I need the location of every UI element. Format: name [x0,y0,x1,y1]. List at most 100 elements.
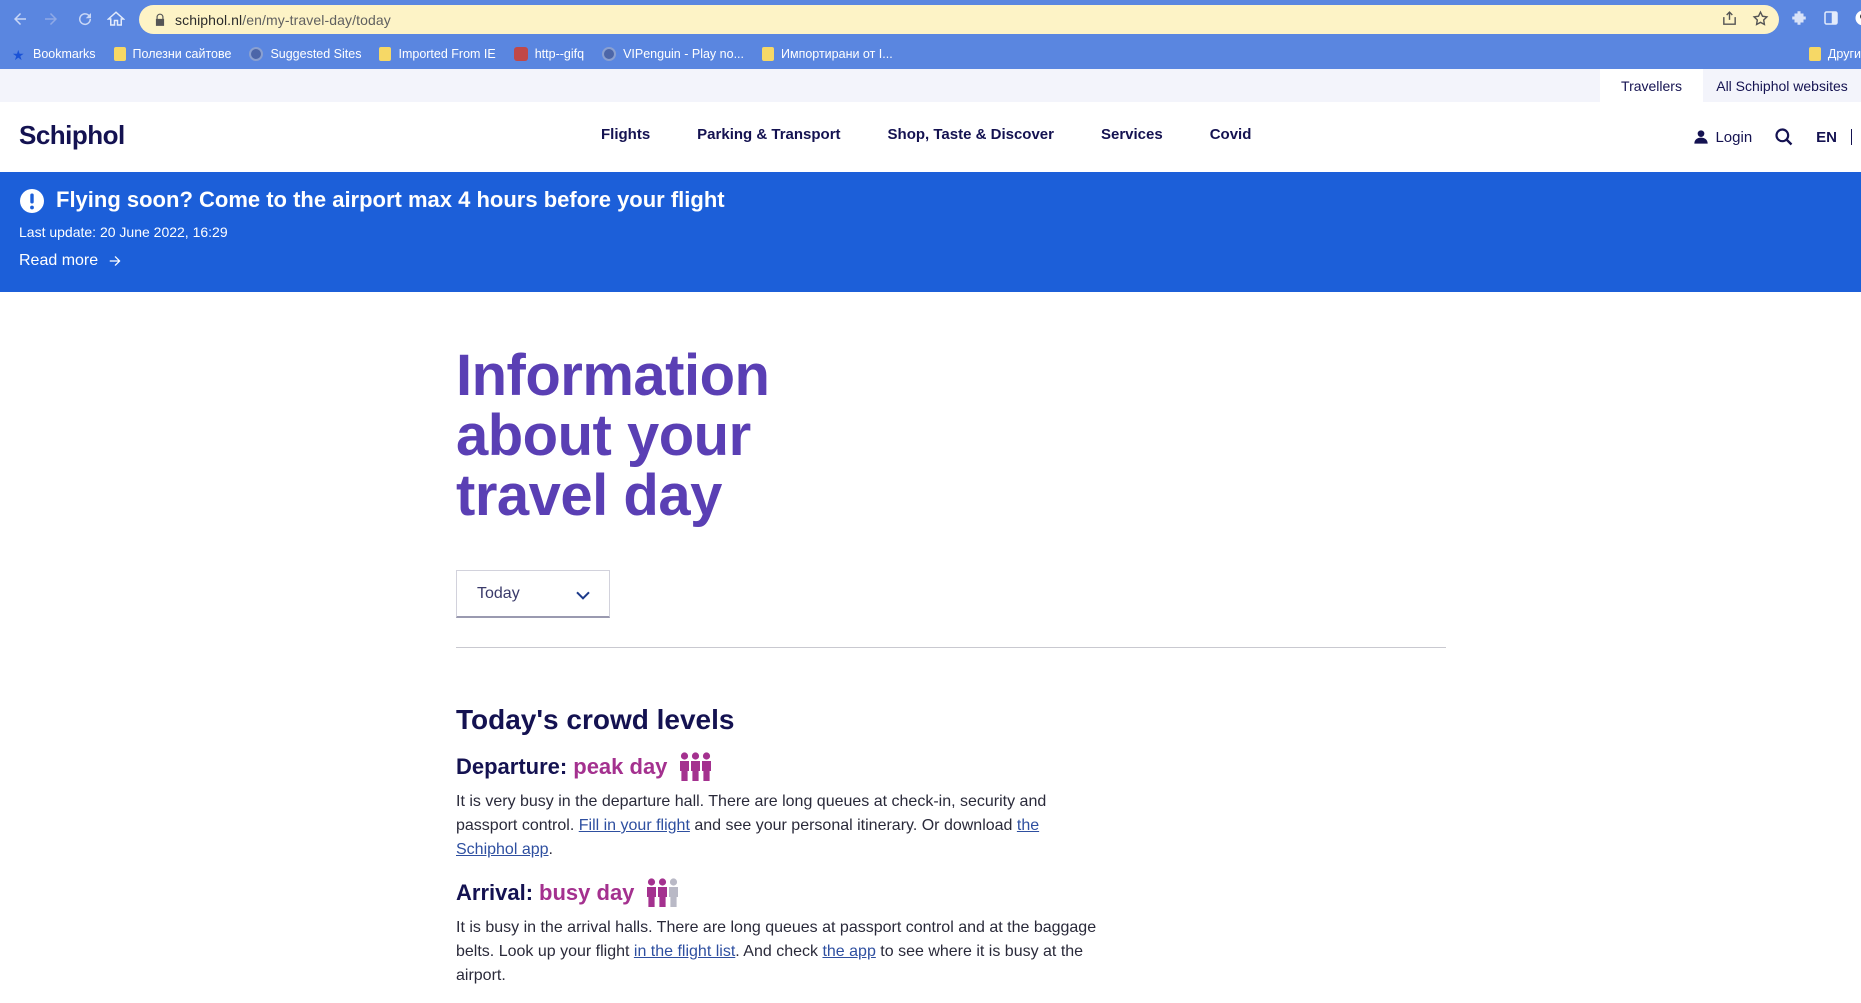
bookmark-label: VIPenguin - Play no... [623,46,744,61]
back-button[interactable] [7,7,33,31]
reload-button[interactable] [72,7,98,31]
arrow-left-icon [14,13,26,25]
url-host: schiphol.nl [175,11,243,28]
puzzle-icon[interactable] [1790,9,1808,27]
bookmark-item[interactable]: http--gifq [513,46,585,61]
reload-icon [79,13,92,26]
bookmark-item[interactable]: ★ Bookmarks [12,46,96,63]
header-actions: Login EN [1693,124,1861,150]
site-header: Schiphol Flights Parking & Transport Sho… [0,102,1861,172]
tab-label: All Schiphol websites [1716,77,1848,94]
star-icon: ★ [12,46,25,63]
nav-covid[interactable]: Covid [1210,126,1252,143]
forward-button[interactable] [38,7,64,31]
address-row: schiphol.nl/en/my-travel-day/today [0,0,1861,38]
user-icon [1694,130,1709,144]
other-bookmarks[interactable]: Други [1808,38,1861,69]
main-nav: Flights Parking & Transport Shop, Taste … [601,126,1298,143]
departure-value: peak day [573,754,668,779]
folder-icon [379,46,392,61]
alert-banner: Flying soon? Come to the airport max 4 h… [0,172,1861,292]
arrow-right-icon [109,256,121,266]
page-title-line: Information [456,343,770,408]
extensions-area [1790,9,1861,27]
share-icon[interactable] [1721,10,1738,27]
schiphol-logo[interactable]: Schiphol [19,120,125,151]
tab-travellers[interactable]: Travellers [1600,69,1703,102]
address-bar[interactable]: schiphol.nl/en/my-travel-day/today [139,5,1779,34]
arrival-value: busy day [539,880,635,905]
person-icon [669,878,679,907]
folder-icon [113,46,126,61]
description-text: and see your personal itinerary. Or down… [689,817,1017,834]
description-text: . [548,841,553,858]
bookmark-item[interactable]: Полезни сайтове [113,46,232,61]
read-more-label: Read more [19,252,99,269]
sidepanel-icon[interactable] [1822,9,1840,27]
section-divider [456,647,1446,648]
bookmark-label: Импортирани от I... [780,46,893,61]
profile-icon[interactable] [1854,9,1861,27]
alert-title: Flying soon? Come to the airport max 4 h… [56,187,725,212]
address-bar-actions [1721,10,1769,27]
header-divider [1851,129,1852,145]
person-icon [702,752,712,781]
bookmark-item[interactable]: Suggested Sites [249,46,362,61]
arrival-label: Arrival: [456,880,534,905]
url-text: schiphol.nl/en/my-travel-day/today [175,12,391,28]
star-icon[interactable] [1752,10,1769,27]
crowd-level-icon [646,878,679,908]
app-link[interactable]: the app [822,943,875,960]
fill-in-flight-link[interactable]: Fill in your flight [579,817,690,834]
chevron-down-icon [576,591,590,600]
nav-services[interactable]: Services [1101,126,1163,143]
person-icon [658,878,668,907]
other-bookmarks-label: Други [1827,46,1861,61]
crowd-levels-heading: Today's crowd levels [456,704,735,735]
globe-icon [602,46,617,61]
tab-label: Travellers [1621,77,1682,94]
bookmark-label: Bookmarks [33,46,96,61]
day-select-value: Today [477,584,520,602]
exclamation-icon [20,189,44,213]
person-icon [647,878,657,907]
bookmark-label: Imported From IE [398,46,496,61]
login-button[interactable]: Login [1693,129,1752,146]
departure-label: Departure: [456,754,568,779]
crowd-level-icon [679,752,712,782]
bookmark-item[interactable]: Imported From IE [379,46,496,61]
nav-flights[interactable]: Flights [601,126,650,143]
day-select[interactable]: Today [456,570,610,618]
page-title-line: travel day [456,463,722,528]
tab-all-schiphol-websites[interactable]: All Schiphol websites [1703,69,1861,102]
search-icon[interactable] [1774,127,1794,147]
folder-icon [1808,46,1821,61]
bookmarks-bar: ★ Bookmarks Полезни сайтове Suggested Sit… [0,38,1861,69]
folder-icon [761,46,774,61]
arrival-description: It is busy in the arrival halls. There a… [456,916,1116,988]
language-switch[interactable]: EN [1816,129,1837,146]
page-title-line: about your [456,403,751,468]
bookmark-item[interactable]: VIPenguin - Play no... [602,46,744,61]
arrival-level: Arrival: busy day [456,878,679,908]
description-text: . And check [735,943,823,960]
bookmark-label: Suggested Sites [270,46,362,61]
bookmark-item[interactable]: Импортирани от I... [761,46,893,61]
person-icon [680,752,690,781]
nav-parking-transport[interactable]: Parking & Transport [697,126,840,143]
flight-list-link[interactable]: in the flight list [634,943,735,960]
site-icon [513,46,528,61]
bookmark-label: http--gifq [534,46,585,61]
person-icon [691,752,701,781]
utility-bar: Travellers All Schiphol websites [0,69,1861,102]
read-more-link[interactable]: Read more [19,252,122,270]
alert-last-update: Last update: 20 June 2022, 16:29 [19,224,228,240]
departure-level: Departure: peak day [456,752,712,782]
nav-shop-taste-discover[interactable]: Shop, Taste & Discover [888,126,1054,143]
page-title: Information about your travel day [456,346,1016,526]
bookmark-label: Полезни сайтове [132,46,232,61]
home-button[interactable] [103,7,129,31]
login-label: Login [1715,128,1753,146]
url-path: /en/my-travel-day/today [242,11,391,28]
arrow-right-icon [45,13,57,25]
